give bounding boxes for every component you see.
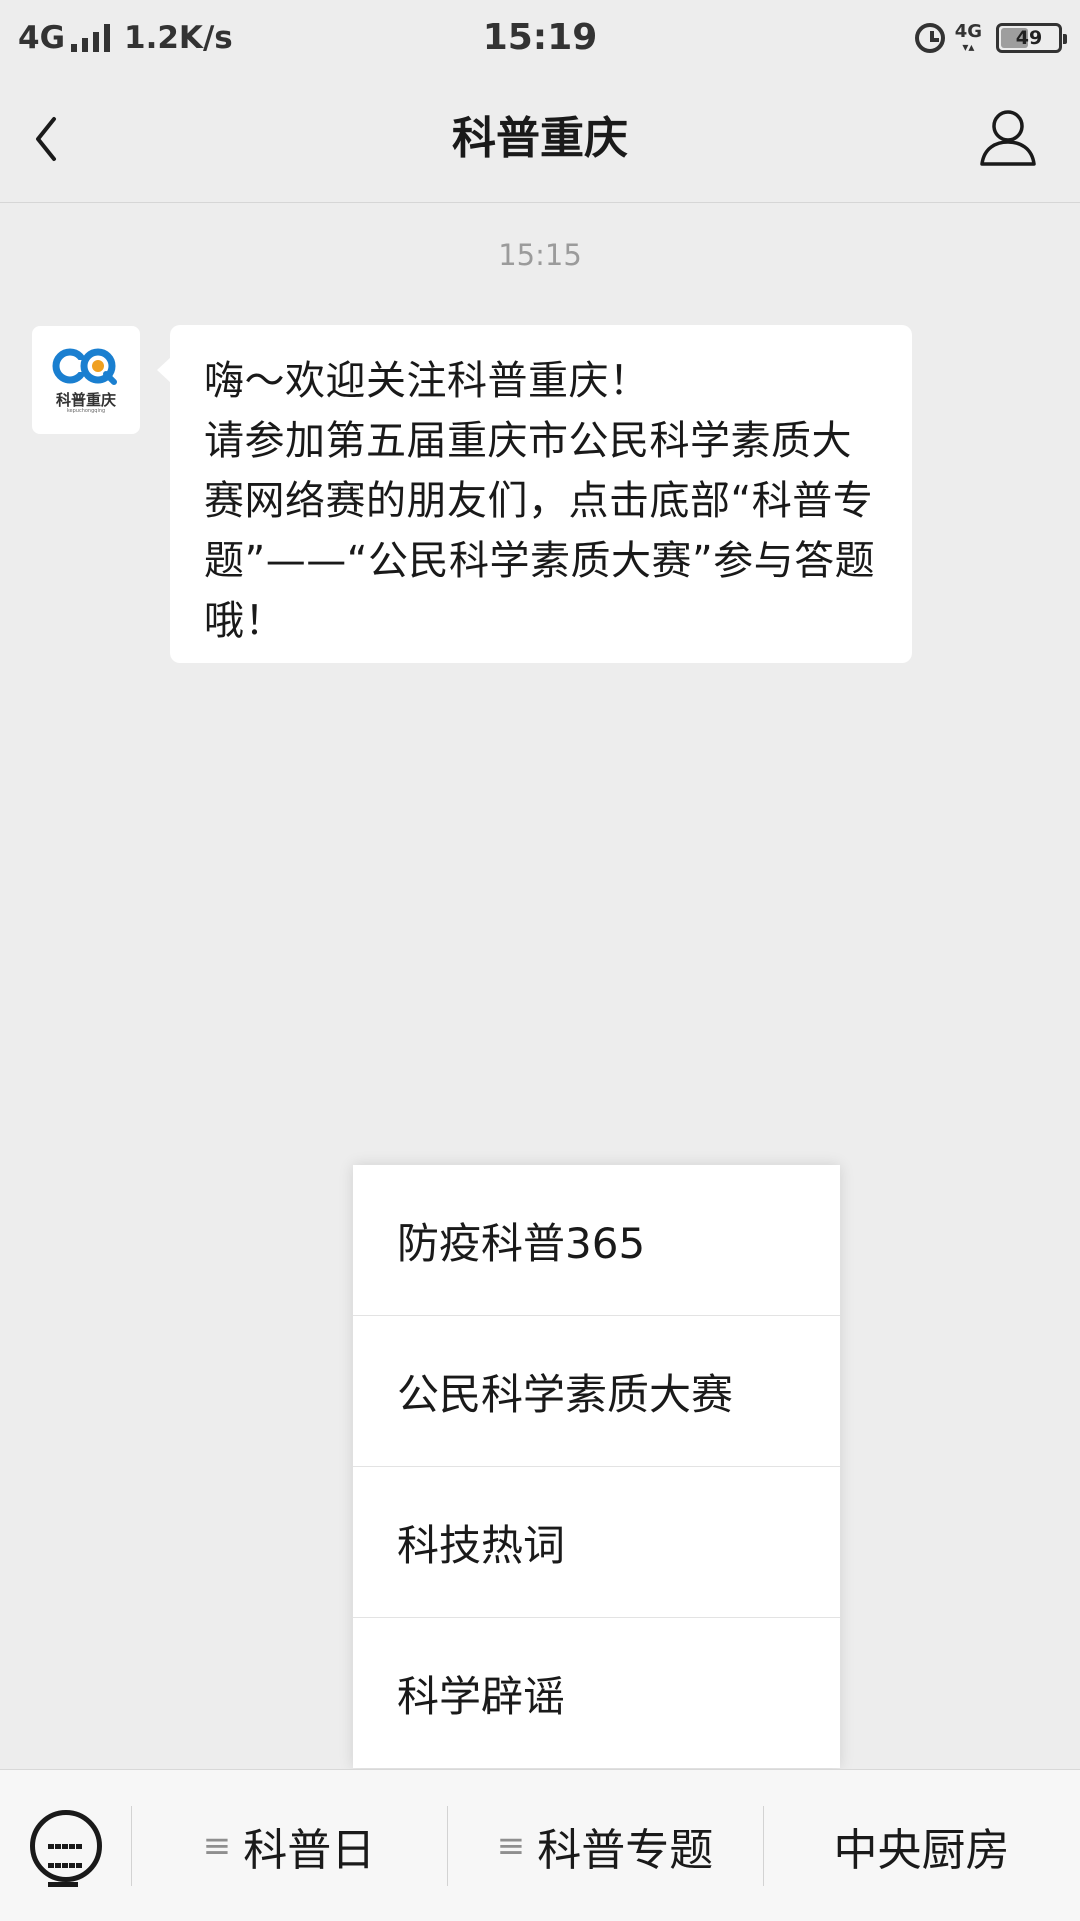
menu-list-icon: ≡	[202, 1825, 232, 1866]
menu-tab-kepu-topics[interactable]: ≡ 科普专题	[447, 1770, 763, 1921]
menu-tab-kepu-day[interactable]: ≡ 科普日	[131, 1770, 447, 1921]
submenu-item[interactable]: 科技热词	[353, 1467, 840, 1618]
menu-tab-label: 科普专题	[537, 1824, 714, 1876]
page-title: 科普重庆	[452, 113, 628, 164]
status-right: 4G ▾▴ 49	[914, 16, 1067, 60]
avatar[interactable]: 科普重庆 kepuchongqing	[32, 326, 140, 434]
menu-list-icon: ≡	[496, 1825, 526, 1866]
alarm-icon	[914, 23, 945, 53]
avatar-subcaption: kepuchongqing	[66, 408, 106, 414]
message-bubble[interactable]: 嗨～欢迎关注科普重庆！ 请参加第五届重庆市公民科学素质大赛网络赛的朋友们，点击底…	[157, 325, 912, 663]
bottom-menu-bar: ≡ 科普日 ≡ 科普专题 中央厨房	[0, 1769, 1080, 1921]
message-timestamp: 15:15	[498, 238, 582, 272]
keyboard-icon	[48, 1837, 84, 1894]
avatar-caption: 科普重庆	[55, 391, 116, 409]
profile-button[interactable]	[976, 106, 1040, 170]
submenu-item[interactable]: 公民科学素质大赛	[353, 1316, 840, 1467]
submenu-item[interactable]: 防疫科普365	[353, 1165, 840, 1316]
battery-icon: 49	[996, 23, 1067, 53]
person-icon	[980, 110, 1036, 166]
menu-tab-label: 科普日	[243, 1824, 376, 1876]
message-text: 嗨～欢迎关注科普重庆！ 请参加第五届重庆市公民科学素质大赛网络赛的朋友们，点击底…	[204, 358, 876, 644]
status-bar: 4G 1.2K/s 15:19 4G ▾▴ 49	[0, 0, 1080, 76]
menu-tab-label: 中央厨房	[833, 1824, 1010, 1876]
nav-bar: 科普重庆	[0, 76, 1080, 203]
kepu-logo-icon	[52, 348, 117, 385]
data-arrows-icon: ▾▴	[962, 40, 975, 54]
submenu-popup: 防疫科普365 公民科学素质大赛 科技热词 科学辟谣	[353, 1165, 840, 1768]
submenu-item[interactable]: 科学辟谣	[353, 1618, 840, 1768]
network-4g-label: 4G	[954, 21, 982, 42]
battery-level: 49	[1015, 27, 1043, 49]
menu-tab-central-kitchen[interactable]: 中央厨房	[763, 1770, 1080, 1921]
keyboard-toggle-button[interactable]	[30, 1810, 102, 1887]
network-4g-icon: 4G ▾▴	[954, 21, 982, 54]
